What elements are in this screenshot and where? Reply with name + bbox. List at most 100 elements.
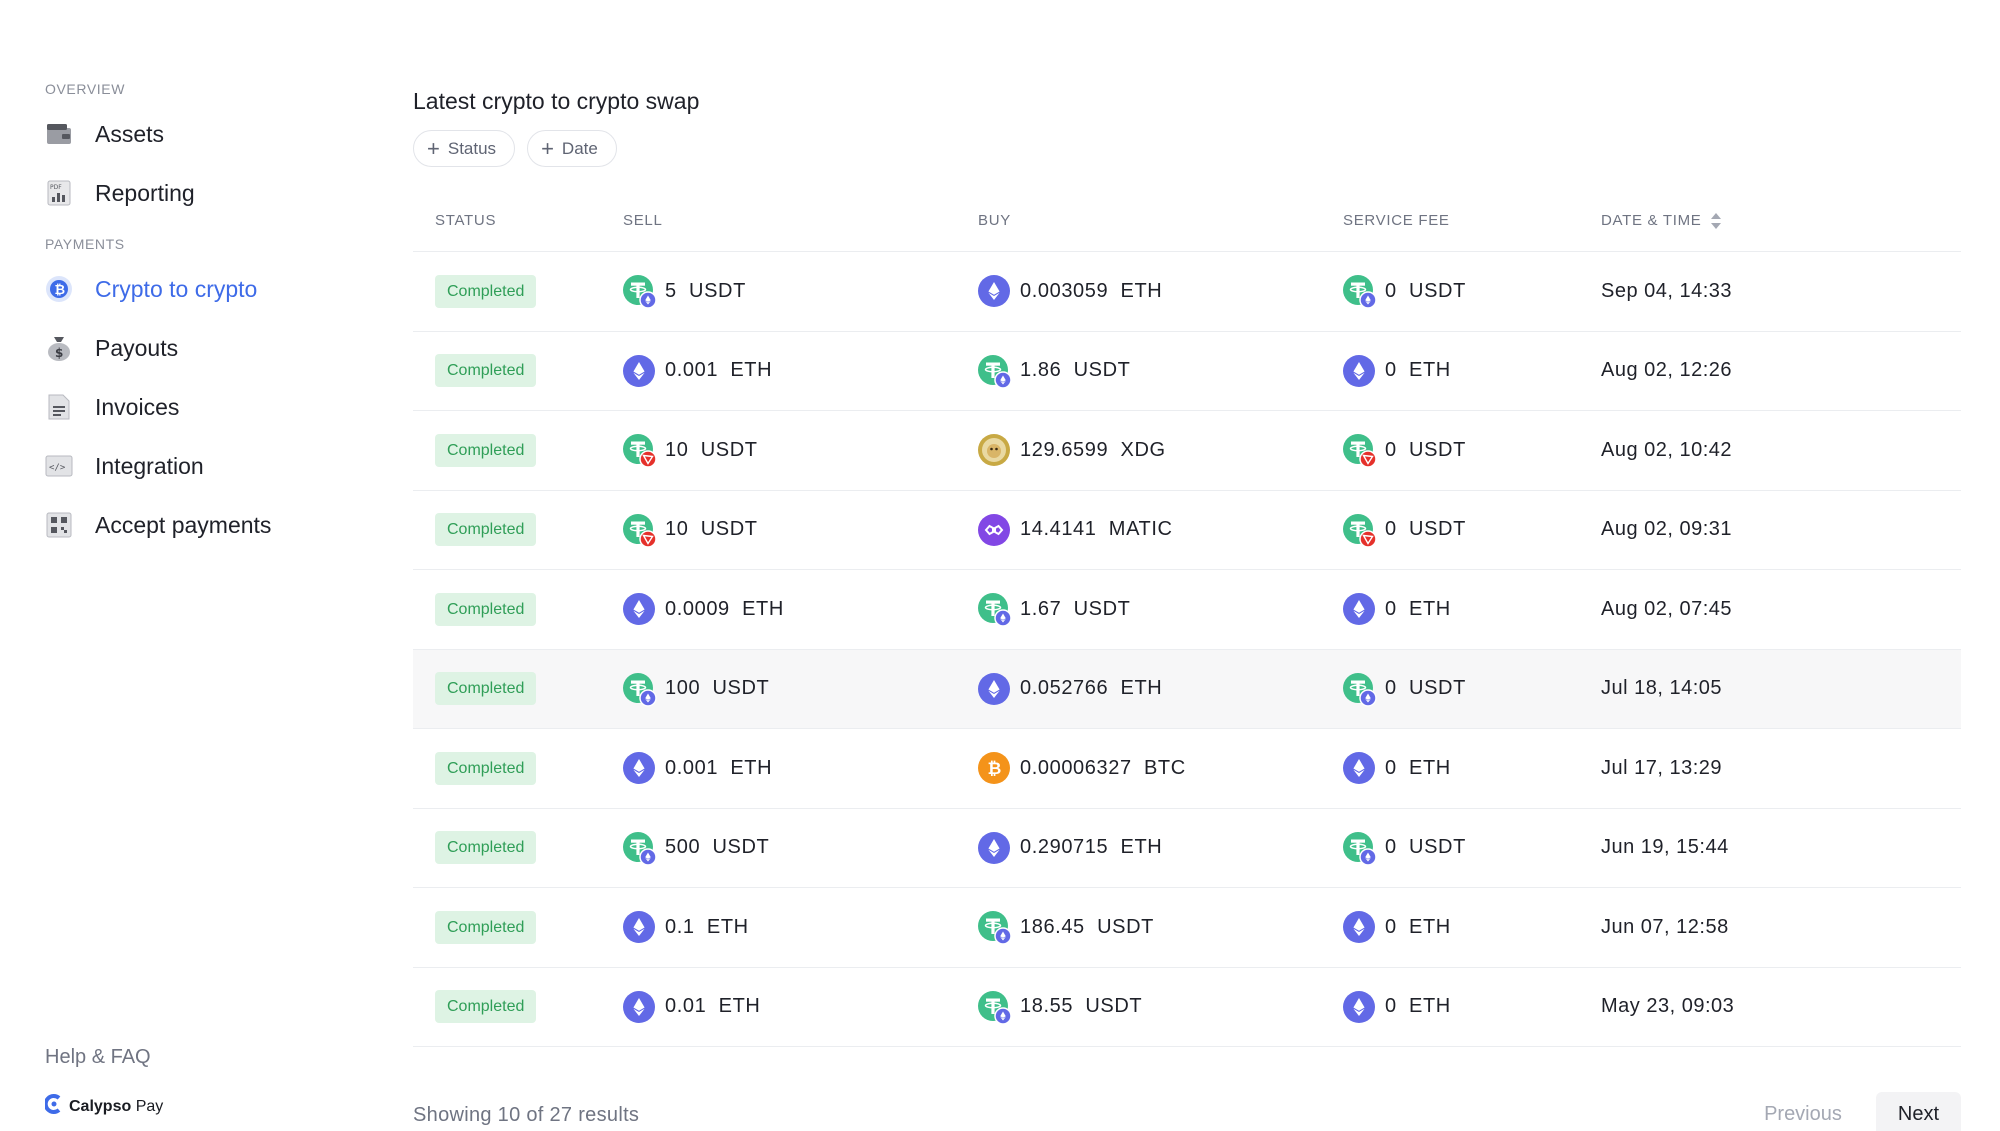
buy-amount: 18.55 USDT <box>1020 995 1143 1018</box>
date-time-cell: Jul 17, 13:29 <box>1601 756 1723 779</box>
ethereum-icon <box>623 990 655 1023</box>
dogecoin-icon <box>978 434 1010 467</box>
tether-trc20-icon <box>623 434 657 468</box>
buy-amount: 129.6599 XDG <box>1020 438 1166 461</box>
table-row[interactable]: Completed 0.0009 ETH 1.67 USDT 0 ETH Aug… <box>413 570 1961 650</box>
buy-amount: 0.052766 ETH <box>1020 677 1163 700</box>
status-cell: Completed <box>435 433 537 467</box>
status-filter-button[interactable]: + Status <box>413 130 516 167</box>
sidebar-item-assets[interactable]: Assets <box>45 114 164 154</box>
help-faq-link[interactable]: Help & FAQ <box>45 1046 151 1069</box>
sidebar-item-accept-payments[interactable]: Accept payments <box>45 505 271 545</box>
sidebar-item-payouts[interactable]: $ Payouts <box>45 328 178 368</box>
fee-amount: 0 USDT <box>1385 677 1466 700</box>
sell-amount: 0.001 ETH <box>665 359 773 382</box>
sidebar-item-label: Invoices <box>95 393 180 420</box>
date-time-cell: Jun 07, 12:58 <box>1601 915 1729 938</box>
table-body: Completed 5 USDT 0.003059 ETH 0 USDT Sep… <box>413 252 1961 1047</box>
section-label-overview: OVERVIEW <box>45 81 126 97</box>
buy-cell: 1.86 USDT <box>978 354 1130 389</box>
sell-amount: 10 USDT <box>665 438 758 461</box>
svg-text:₿: ₿ <box>55 283 66 298</box>
sell-amount: 500 USDT <box>665 836 770 859</box>
previous-page-button[interactable]: Previous <box>1764 1103 1842 1126</box>
date-time-cell: Aug 02, 07:45 <box>1601 597 1733 620</box>
fee-amount: 0 ETH <box>1385 995 1451 1018</box>
sidebar-item-label: Crypto to crypto <box>95 275 258 302</box>
svg-text:₿: ₿ <box>988 759 1002 779</box>
buy-cell: 1.67 USDT <box>978 593 1130 627</box>
fee-amount: 0 ETH <box>1385 756 1451 779</box>
column-header-date-label: DATE & TIME <box>1601 212 1702 229</box>
table-row[interactable]: Completed 0.001 ETH 1.86 USDT 0 ETH Aug … <box>413 332 1961 411</box>
sort-icon[interactable] <box>1710 212 1722 230</box>
page-title: Latest crypto to crypto swap <box>413 88 700 114</box>
date-time-cell: Jul 18, 14:05 <box>1601 677 1723 700</box>
code-icon: </> <box>45 452 73 480</box>
filter-label: Status <box>447 138 497 158</box>
tether-trc20-icon <box>1343 513 1377 548</box>
buy-cell: 18.55 USDT <box>978 990 1143 1025</box>
status-badge: Completed <box>435 274 537 308</box>
status-badge: Completed <box>435 990 537 1024</box>
ethereum-icon <box>978 672 1010 705</box>
svg-text:PDF: PDF <box>50 184 62 191</box>
fee-cell: 0 ETH <box>1343 911 1451 944</box>
column-header-service-fee: SERVICE FEE <box>1343 212 1450 229</box>
table-header: STATUS SELL BUY SERVICE FEE DATE & TIME <box>413 190 1961 252</box>
ethereum-icon <box>978 275 1010 308</box>
fee-cell: 0 USDT <box>1343 831 1466 866</box>
table-row[interactable]: Completed 100 USDT 0.052766 ETH 0 USDT J… <box>413 649 1961 729</box>
sell-cell: 100 USDT <box>623 672 769 707</box>
wallet-icon <box>45 120 73 148</box>
table-row[interactable]: Completed 0.01 ETH 18.55 USDT 0 ETH May … <box>413 968 1961 1047</box>
sidebar-item-reporting[interactable]: PDF Reporting <box>45 173 195 213</box>
date-filter-button[interactable]: + Date <box>527 130 617 167</box>
date-time-cell: Aug 02, 12:26 <box>1601 359 1733 382</box>
fee-amount: 0 USDT <box>1385 518 1466 541</box>
column-header-sell: SELL <box>623 212 663 229</box>
pagination: Previous Next <box>1764 1092 1961 1131</box>
status-cell: Completed <box>435 274 537 308</box>
table-row[interactable]: Completed 5 USDT 0.003059 ETH 0 USDT Sep… <box>413 252 1961 332</box>
table-row[interactable]: Completed 10 USDT 129.6599 XDG 0 USDT Au… <box>413 411 1961 491</box>
ethereum-icon <box>1343 354 1375 387</box>
brand-name: Calypso Pay <box>69 1097 164 1115</box>
buy-amount: 0.290715 ETH <box>1020 836 1163 859</box>
table-row[interactable]: Completed 10 USDT 14.4141 MATIC 0 USDT A… <box>413 491 1961 570</box>
status-cell: Completed <box>435 354 537 388</box>
date-time-cell: Sep 04, 14:33 <box>1601 279 1733 302</box>
ethereum-icon <box>623 354 655 387</box>
tether-trc20-icon <box>623 513 657 548</box>
column-header-date-time[interactable]: DATE & TIME <box>1601 212 1722 230</box>
fee-cell: 0 ETH <box>1343 752 1451 785</box>
sell-cell: 0.01 ETH <box>623 990 760 1023</box>
sidebar-item-label: Assets <box>95 120 165 147</box>
next-page-button[interactable]: Next <box>1875 1092 1961 1131</box>
svg-text:$: $ <box>55 346 63 360</box>
status-cell: Completed <box>435 831 537 865</box>
date-time-cell: Jun 19, 15:44 <box>1601 836 1729 859</box>
ethereum-icon <box>1343 990 1375 1023</box>
tether-trc20-icon <box>1343 434 1377 468</box>
fee-cell: 0 USDT <box>1343 672 1466 707</box>
table-row[interactable]: Completed 0.001 ETH ₿ 0.00006327 BTC 0 E… <box>413 729 1961 809</box>
buy-cell: ₿ 0.00006327 BTC <box>978 752 1186 785</box>
buy-cell: 0.003059 ETH <box>978 275 1162 308</box>
ethereum-icon <box>978 831 1010 864</box>
filter-label: Date <box>561 138 598 158</box>
filter-bar: + Status + Date <box>413 130 629 167</box>
status-badge: Completed <box>435 672 537 706</box>
fee-cell: 0 ETH <box>1343 990 1451 1023</box>
bitcoin-icon: ₿ <box>978 752 1010 785</box>
tether-erc20-icon <box>623 275 657 309</box>
sidebar-item-crypto-to-crypto[interactable]: ₿ Crypto to crypto <box>45 269 257 309</box>
pdf-report-icon: PDF <box>45 179 73 207</box>
tether-erc20-icon <box>1343 831 1377 866</box>
sidebar-item-invoices[interactable]: Invoices <box>45 387 179 427</box>
tether-erc20-icon <box>978 354 1012 389</box>
table-row[interactable]: Completed 500 USDT 0.290715 ETH 0 USDT J… <box>413 809 1961 888</box>
table-row[interactable]: Completed 0.1 ETH 186.45 USDT 0 ETH Jun … <box>413 888 1961 968</box>
sidebar-item-integration[interactable]: </> Integration <box>45 446 204 486</box>
fee-cell: 0 ETH <box>1343 593 1451 626</box>
